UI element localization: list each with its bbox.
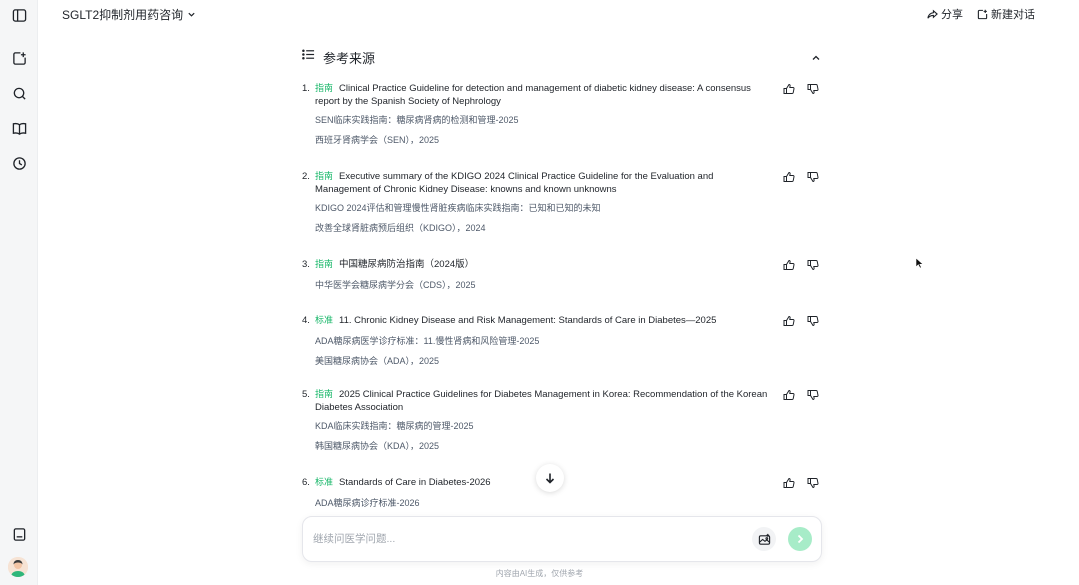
message-input[interactable]: [313, 529, 733, 549]
references-panel: 参考来源 1. 指南 Clinical Practice Guideline for…: [302, 46, 822, 508]
reference-type-badge: 标准: [315, 315, 334, 325]
reference-organization: 美国糖尿病协会（ADA），2025: [315, 356, 440, 366]
reference-title-text: Standards of Care in Diabetes-2026: [339, 477, 491, 488]
history-icon[interactable]: [9, 153, 29, 173]
thumbs-down-icon[interactable]: [807, 170, 819, 183]
reference-number: 1.: [302, 83, 310, 94]
thumbs-up-icon[interactable]: [783, 170, 795, 182]
conversation-title-text: SGLT2抑制剂用药咨询: [62, 8, 184, 22]
thumbs-down-icon[interactable]: [807, 476, 819, 489]
disclaimer: 内容由AI生成，仅供参考: [495, 569, 584, 578]
new-chat-icon[interactable]: [9, 48, 29, 68]
reference-organization: 中华医学会糖尿病学分会（CDS），2025: [315, 280, 476, 290]
top-bar: SGLT2抑制剂用药咨询 分享 新建对话: [38, 0, 1079, 28]
reference-subtitle: SEN临床实践指南：糖尿病肾病的检测和管理-2025: [315, 115, 519, 125]
reference-item: 5. 指南 2025 Clinical Practice Guidelines fo…: [302, 388, 822, 452]
message-input-box: [302, 516, 822, 562]
thumbs-down-icon[interactable]: [807, 314, 819, 327]
reference-number: 3.: [302, 259, 310, 270]
thumbs-up-icon[interactable]: [783, 258, 795, 270]
image-upload-icon: [758, 533, 770, 545]
reference-subtitle: KDA临床实践指南：糖尿病的管理-2025: [315, 421, 474, 431]
reference-item: 4. 标准 11. Chronic Kidney Disease and Risk …: [302, 314, 822, 367]
share-icon: [927, 9, 938, 19]
reference-subtitle: KDIGO 2024评估和管理慢性肾脏疾病临床实践指南：已知和已知的未知: [315, 203, 601, 213]
library-icon[interactable]: [9, 118, 29, 138]
reference-number: 6.: [302, 477, 310, 488]
sidebar: [0, 0, 38, 585]
reference-title[interactable]: 指南 Executive summary of the KDIGO 2024 Cl…: [315, 170, 770, 196]
references-header: 参考来源: [302, 46, 822, 68]
reference-title[interactable]: 指南 2025 Clinical Practice Guidelines for …: [315, 388, 770, 414]
thumbs-down-icon[interactable]: [807, 388, 819, 401]
reference-number: 5.: [302, 389, 310, 400]
chevron-up-icon: [812, 55, 820, 60]
reference-title-text: 11. Chronic Kidney Disease and Risk Mana…: [339, 315, 717, 326]
reference-organization: 韩国糖尿病协会（KDA），2025: [315, 441, 440, 451]
chevron-right-icon: [797, 534, 804, 544]
thumbs-up-icon[interactable]: [783, 388, 795, 400]
reference-title-text: Executive summary of the KDIGO 2024 Clin…: [315, 171, 714, 195]
share-button[interactable]: 分享: [927, 6, 963, 22]
reference-organization: 改善全球肾脏病预后组织（KDIGO），2024: [315, 223, 486, 233]
new-chat-button[interactable]: 新建对话: [977, 6, 1035, 22]
reference-title-text: 2025 Clinical Practice Guidelines for Di…: [315, 389, 768, 413]
reference-number: 2.: [302, 171, 310, 182]
reference-item: 3. 指南 中国糖尿病防治指南（2024版） 中华医学会糖尿病学分会（CDS），202…: [302, 258, 822, 291]
reference-type-badge: 指南: [315, 389, 334, 399]
chevron-down-icon: [188, 12, 195, 17]
reference-type-badge: 指南: [315, 171, 334, 181]
thumbs-down-icon[interactable]: [807, 258, 819, 271]
new-chat-icon: [977, 9, 988, 19]
thumbs-down-icon[interactable]: [807, 82, 819, 95]
list-icon: [302, 48, 315, 66]
reference-title-text: Clinical Practice Guideline for detectio…: [315, 83, 751, 107]
reference-number: 4.: [302, 315, 310, 326]
thumbs-up-icon[interactable]: [783, 314, 795, 326]
reference-type-badge: 标准: [315, 477, 334, 487]
notebook-icon[interactable]: [9, 524, 29, 544]
reference-title[interactable]: 指南 Clinical Practice Guideline for detect…: [315, 82, 770, 108]
upload-image-button[interactable]: [752, 527, 776, 551]
reference-title[interactable]: 标准 11. Chronic Kidney Disease and Risk Ma…: [315, 314, 770, 327]
thumbs-up-icon[interactable]: [783, 82, 795, 94]
reference-title[interactable]: 指南 中国糖尿病防治指南（2024版）: [315, 258, 770, 271]
reference-item: 2. 指南 Executive summary of the KDIGO 2024 …: [302, 170, 822, 234]
reference-organization: 西班牙肾病学会（SEN），2025: [315, 135, 440, 145]
references-title: 参考来源: [323, 50, 376, 66]
reference-type-badge: 指南: [315, 83, 334, 93]
thumbs-up-icon[interactable]: [783, 476, 795, 488]
reference-type-badge: 指南: [315, 259, 334, 269]
reference-subtitle: ADA糖尿病医学诊疗标准：11.慢性肾病和风险管理-2025: [315, 336, 540, 346]
reference-subtitle: ADA糖尿病诊疗标准-2026: [315, 498, 420, 508]
new-chat-label: 新建对话: [991, 9, 1035, 21]
reference-item: 1. 指南 Clinical Practice Guideline for dete…: [302, 82, 822, 146]
send-button[interactable]: [788, 527, 812, 551]
panel-toggle-icon[interactable]: [9, 5, 29, 25]
conversation-title[interactable]: SGLT2抑制剂用药咨询: [62, 6, 196, 23]
mouse-cursor-icon: [915, 257, 924, 269]
collapse-button[interactable]: [810, 51, 822, 63]
arrow-down-icon: [545, 473, 555, 484]
search-icon[interactable]: [9, 83, 29, 103]
reference-title-text: 中国糖尿病防治指南（2024版）: [339, 259, 475, 270]
share-label: 分享: [941, 9, 963, 21]
scroll-down-button[interactable]: [536, 464, 564, 492]
